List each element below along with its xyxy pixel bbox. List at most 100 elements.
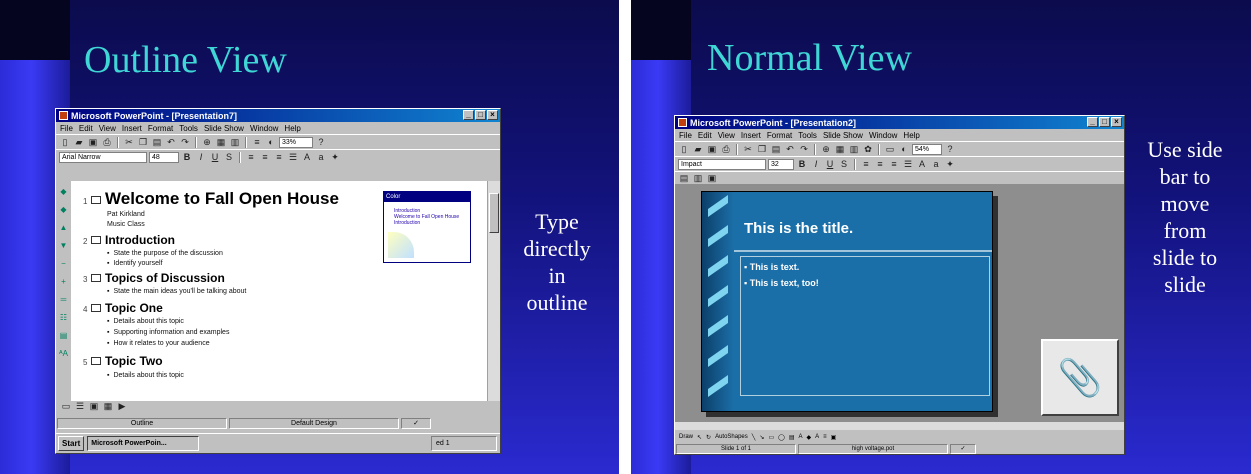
menu-insert[interactable]: Insert (741, 131, 761, 140)
menu-file[interactable]: File (679, 131, 692, 140)
bold-icon[interactable]: B (181, 152, 193, 163)
grayscale-icon[interactable]: ◐ (898, 144, 910, 155)
paste-icon[interactable]: ▤ (770, 144, 782, 155)
collapse-icon[interactable]: − (61, 259, 66, 268)
oval-icon[interactable]: ◯ (778, 434, 785, 441)
slide-miniature[interactable]: Color Introduction Welcome to Fall Open … (383, 191, 471, 263)
open-icon[interactable]: ▰ (692, 144, 704, 155)
maximize-icon[interactable]: □ (475, 110, 486, 120)
scroll-thumb[interactable] (489, 193, 499, 233)
copy-icon[interactable]: ❐ (756, 144, 768, 155)
menu-window[interactable]: Window (869, 131, 897, 140)
line-style-icon[interactable]: ≡ (823, 434, 827, 440)
undo-icon[interactable]: ↶ (165, 137, 177, 148)
menu-edit[interactable]: Edit (79, 124, 93, 133)
textbox-icon[interactable]: ▤ (789, 434, 795, 441)
redo-icon[interactable]: ↷ (179, 137, 191, 148)
open-icon[interactable]: ▰ (73, 137, 85, 148)
expand-all-side-icon[interactable]: ☷ (60, 313, 67, 322)
font-color-icon[interactable]: A (815, 434, 819, 440)
zoom-select[interactable]: 33% (279, 136, 313, 148)
redo-icon[interactable]: ↷ (798, 144, 810, 155)
expand-all-icon[interactable]: ≡ (251, 137, 263, 148)
animation-icon[interactable]: ✦ (944, 159, 956, 170)
new-icon[interactable]: ▯ (678, 144, 690, 155)
new-icon[interactable]: ▯ (59, 137, 71, 148)
menu-format[interactable]: Format (767, 131, 792, 140)
decrease-font-icon[interactable]: a (315, 152, 327, 163)
menu-view[interactable]: View (718, 131, 735, 140)
vertical-scrollbar[interactable] (487, 181, 500, 401)
increase-font-icon[interactable]: A (916, 159, 928, 170)
cut-icon[interactable]: ✂ (123, 137, 135, 148)
save-icon[interactable]: ▣ (87, 137, 99, 148)
slide-title-text[interactable]: This is the title. (744, 220, 853, 237)
italic-icon[interactable]: I (810, 159, 822, 170)
fill-color-icon[interactable]: ◆ (807, 434, 812, 441)
slide-preview[interactable]: This is the title. ▪ This is text. ▪ Thi… (701, 191, 993, 412)
slide-bullet[interactable]: ▪ This is text. (744, 262, 799, 272)
outline-slide-1[interactable]: 1 Welcome to Fall Open House (83, 189, 339, 209)
menu-insert[interactable]: Insert (122, 124, 142, 133)
slideshow-view-icon[interactable]: ▶ (116, 401, 128, 412)
align-left-icon[interactable]: ≡ (860, 159, 872, 170)
summary-slide-icon[interactable]: ▤ (60, 331, 68, 340)
zoom-select[interactable]: 54% (912, 143, 942, 155)
outline-slide-3[interactable]: 3 Topics of Discussion (83, 271, 225, 285)
menu-window[interactable]: Window (250, 124, 278, 133)
menu-format[interactable]: Format (148, 124, 173, 133)
font-size-select[interactable]: 48 (149, 151, 179, 163)
clip-art-icon[interactable]: ✿ (862, 144, 874, 155)
outline-slide-4[interactable]: 4 Topic One (83, 301, 163, 315)
italic-icon[interactable]: I (195, 152, 207, 163)
text-placeholder[interactable] (740, 256, 990, 396)
outline-slide-5[interactable]: 5 Topic Two (83, 354, 163, 368)
underline-icon[interactable]: U (209, 152, 221, 163)
close-icon[interactable]: × (1111, 117, 1122, 127)
menu-file[interactable]: File (60, 124, 73, 133)
hyperlink-icon[interactable]: ⊕ (820, 144, 832, 155)
slide-view-icon[interactable]: ▣ (88, 401, 100, 412)
promote-icon[interactable]: ◆ (60, 187, 66, 196)
select-arrow-icon[interactable]: ↖ (697, 434, 702, 441)
rotate-icon[interactable]: ↻ (706, 434, 711, 441)
menu-edit[interactable]: Edit (698, 131, 712, 140)
menu-slide-show[interactable]: Slide Show (204, 124, 244, 133)
align-right-icon[interactable]: ≡ (273, 152, 285, 163)
new-slide-icon[interactable]: ▭ (884, 144, 896, 155)
autoshapes-menu[interactable]: AutoShapes (715, 434, 748, 440)
wordart-icon[interactable]: A (799, 434, 803, 440)
shadow-icon[interactable]: S (223, 152, 235, 163)
align-left-icon[interactable]: ≡ (245, 152, 257, 163)
decrease-font-icon[interactable]: a (930, 159, 942, 170)
move-down-icon[interactable]: ▼ (60, 241, 68, 250)
bullets-icon[interactable]: ☰ (287, 152, 299, 163)
font-size-select[interactable]: 32 (768, 158, 794, 170)
slide-layout-icon[interactable]: ▤ (678, 173, 690, 184)
chart-icon[interactable]: ▥ (229, 137, 241, 148)
outline-view-icon[interactable]: ☰ (74, 401, 86, 412)
maximize-icon[interactable]: □ (1099, 117, 1110, 127)
menu-tools[interactable]: Tools (179, 124, 198, 133)
apply-design-icon[interactable]: ▥ (692, 173, 704, 184)
align-right-icon[interactable]: ≡ (888, 159, 900, 170)
paste-icon[interactable]: ▤ (151, 137, 163, 148)
menu-tools[interactable]: Tools (798, 131, 817, 140)
common-tasks-icon[interactable]: ▣ (706, 173, 718, 184)
chart-icon[interactable]: ▥ (848, 144, 860, 155)
close-icon[interactable]: × (487, 110, 498, 120)
line-icon[interactable]: ╲ (752, 434, 756, 441)
underline-icon[interactable]: U (824, 159, 836, 170)
menu-slide-show[interactable]: Slide Show (823, 131, 863, 140)
arrow-icon[interactable]: ↘ (759, 434, 764, 441)
center-icon[interactable]: ≡ (259, 152, 271, 163)
collapse-all-icon[interactable]: ═ (61, 295, 67, 304)
font-name-select[interactable]: Arial Narrow (59, 151, 147, 163)
copy-icon[interactable]: ❐ (137, 137, 149, 148)
office-assistant[interactable]: 📎 (1041, 339, 1119, 416)
outline-pane[interactable]: 1 Welcome to Fall Open House Pat Kirklan… (71, 181, 489, 401)
help-icon[interactable]: ? (315, 137, 327, 148)
increase-font-icon[interactable]: A (301, 152, 313, 163)
menu-view[interactable]: View (99, 124, 116, 133)
slide-canvas[interactable]: This is the title. ▪ This is text. ▪ Thi… (675, 184, 1124, 422)
